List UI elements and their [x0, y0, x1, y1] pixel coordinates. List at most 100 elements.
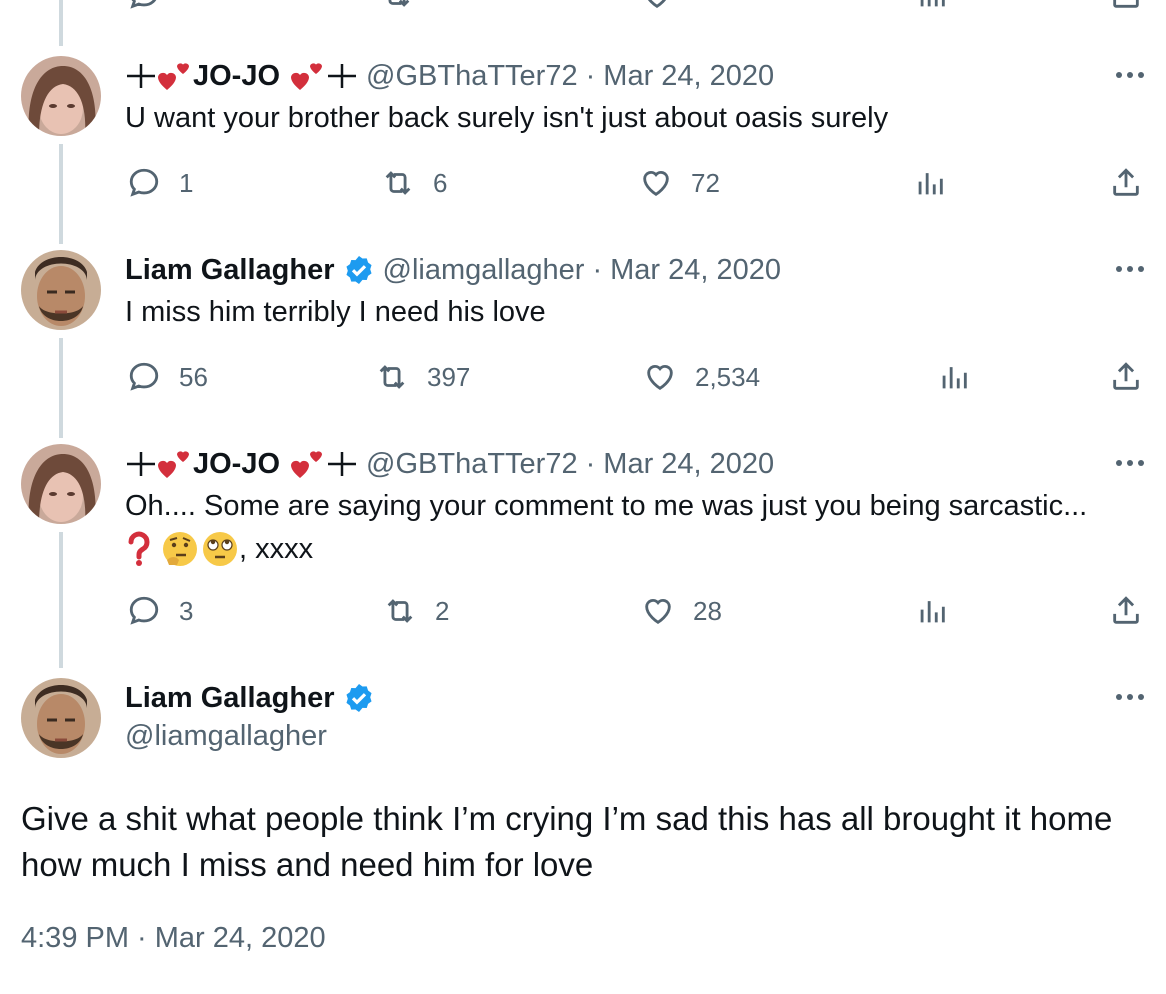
analytics-icon: [942, 367, 967, 389]
like-button[interactable]: [640, 0, 674, 12]
display-name[interactable]: JO-JO: [125, 60, 358, 93]
main-tweet-header: Liam Gallagher: [125, 680, 383, 716]
reply-icon: [130, 0, 157, 9]
verified-badge-icon: [345, 684, 372, 712]
reply-icon: [129, 596, 159, 625]
like-count: 2,534: [695, 361, 761, 392]
share-button[interactable]: [1109, 360, 1143, 394]
cross-icon: [127, 452, 155, 476]
display-name-text: JO-JO: [193, 59, 281, 92]
tweet-actions-partial: [125, 0, 1145, 14]
analytics-icon: [918, 173, 943, 195]
retweet-button[interactable]: 6: [381, 166, 447, 200]
thinking-face-emoji-icon: [163, 532, 197, 566]
more-icon[interactable]: [1114, 692, 1146, 702]
tweet-text: I miss him terribly I need his love: [125, 296, 546, 328]
tweet-text-line2: , xxxx: [125, 530, 313, 568]
cross-icon: [127, 64, 155, 88]
tweet-actions: 1 6 72: [125, 166, 1145, 202]
avatar[interactable]: [21, 678, 101, 758]
separator: ·: [592, 253, 603, 286]
views-button[interactable]: [913, 166, 947, 200]
reply-button[interactable]: 1: [127, 166, 193, 200]
display-name[interactable]: JO-JO: [125, 448, 358, 481]
heart-icon: [645, 599, 671, 625]
retweet-icon: [379, 365, 405, 389]
like-button[interactable]: 28: [641, 594, 722, 628]
heart-icon: [647, 0, 667, 9]
tweet-date[interactable]: Mar 24, 2020: [603, 60, 774, 93]
views-button[interactable]: [937, 360, 971, 394]
avatar[interactable]: [21, 56, 101, 136]
main-tweet-timestamp[interactable]: 4:39 PM · Mar 24, 2020: [21, 922, 326, 955]
handle[interactable]: @liamgallagher: [125, 720, 327, 753]
like-count: 28: [693, 595, 722, 626]
retweet-button[interactable]: 397: [375, 360, 470, 394]
retweet-icon: [388, 0, 410, 7]
cross-icon: [328, 452, 357, 476]
share-icon: [1113, 0, 1139, 8]
thread-line: [59, 0, 63, 46]
avatar[interactable]: [21, 250, 101, 330]
views-button[interactable]: [915, 594, 949, 628]
reply-button[interactable]: [127, 0, 161, 12]
views-button[interactable]: [915, 0, 949, 12]
question-mark-emoji-icon: [128, 531, 150, 566]
reply-count: 1: [179, 167, 194, 198]
like-button[interactable]: 2,534: [643, 360, 760, 394]
thread-line: [59, 338, 63, 438]
like-count: 72: [691, 167, 720, 198]
share-icon: [1113, 596, 1139, 624]
avatar[interactable]: [21, 444, 101, 524]
tweet-header: JO-JO @GBThaTTer72 · Mar 24, 2020: [125, 446, 774, 482]
reply-button[interactable]: 3: [127, 594, 193, 628]
retweet-count: 397: [427, 361, 471, 392]
retweet-button[interactable]: 2: [383, 594, 449, 628]
retweet-icon: [385, 171, 411, 195]
main-tweet-text: Give a shit what people think I’m crying…: [21, 800, 1113, 883]
retweet-button[interactable]: [380, 0, 414, 12]
thread-line: [59, 144, 63, 244]
like-button[interactable]: 72: [639, 166, 720, 200]
share-button[interactable]: [1109, 594, 1143, 628]
retweet-icon: [387, 599, 413, 623]
tweet-text: Oh.... Some are saying your comment to m…: [125, 490, 1088, 522]
tweet-text-suffix: , xxxx: [239, 532, 314, 565]
hearts-emoji-icon: [291, 63, 323, 90]
more-icon[interactable]: [1114, 458, 1146, 468]
display-name[interactable]: Liam Gallagher: [125, 682, 335, 715]
hearts-emoji-icon: [158, 451, 189, 478]
retweet-count: 2: [435, 595, 450, 626]
more-icon[interactable]: [1114, 70, 1146, 80]
display-name[interactable]: Liam Gallagher: [125, 254, 335, 287]
tweet-header: Liam Gallagher @liamgallagher · Mar 24, …: [125, 252, 781, 288]
tweet-text: U want your brother back surely isn't ju…: [125, 102, 889, 134]
tweet-date[interactable]: Mar 24, 2020: [603, 448, 774, 481]
tweet-actions: 56 397 2,534: [125, 360, 1145, 396]
handle[interactable]: @GBThaTTer72: [366, 60, 578, 93]
hearts-emoji-icon: [291, 451, 323, 478]
share-icon: [1113, 168, 1139, 196]
heart-icon: [647, 365, 673, 391]
share-icon: [1113, 362, 1139, 390]
reply-count: 3: [179, 595, 194, 626]
analytics-icon: [920, 0, 945, 7]
reply-icon: [129, 362, 159, 391]
tweet-actions: 3 2 28: [125, 594, 1145, 630]
reply-count: 56: [179, 361, 208, 392]
heart-icon: [643, 171, 669, 197]
share-button[interactable]: [1109, 166, 1143, 200]
retweet-count: 6: [433, 167, 448, 198]
more-icon[interactable]: [1114, 264, 1146, 274]
reply-icon: [129, 168, 159, 197]
handle[interactable]: @GBThaTTer72: [366, 448, 578, 481]
tweet-date[interactable]: Mar 24, 2020: [610, 254, 781, 287]
rolling-eyes-emoji-icon: [203, 532, 237, 566]
thread-line: [59, 532, 63, 668]
share-button[interactable]: [1109, 0, 1143, 12]
verified-badge-icon: [345, 256, 372, 284]
analytics-icon: [920, 601, 945, 623]
handle[interactable]: @liamgallagher: [383, 254, 585, 287]
tweet-header: JO-JO @GBThaTTer72 · Mar 24, 2020: [125, 58, 774, 94]
reply-button[interactable]: 56: [127, 360, 208, 394]
